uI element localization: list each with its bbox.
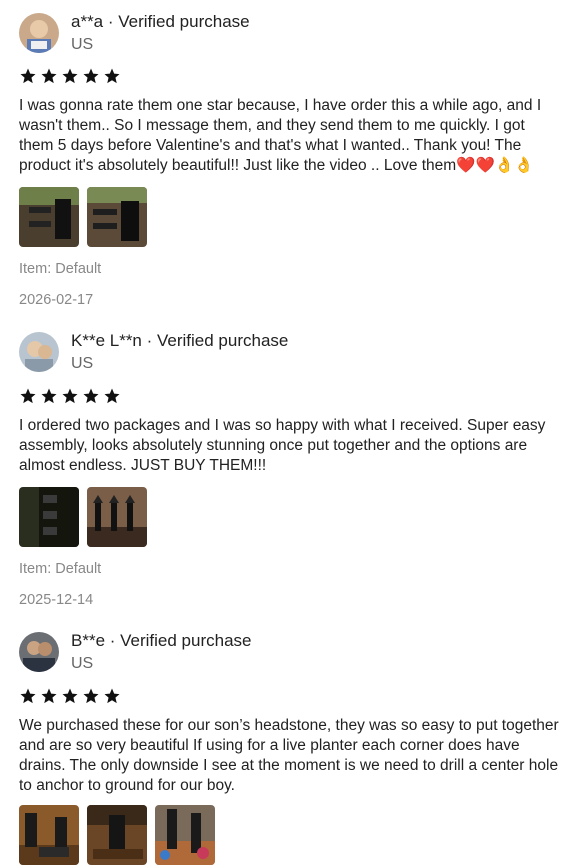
reviewer-country: US <box>71 355 94 372</box>
reviewer-country: US <box>71 36 94 53</box>
star-icon <box>62 688 78 704</box>
star-rating <box>19 67 121 85</box>
star-icon <box>104 68 120 84</box>
star-icon <box>41 388 57 404</box>
star-icon <box>20 388 36 404</box>
item-variant: Item: Default <box>19 261 102 277</box>
star-icon <box>83 688 99 704</box>
review-date: 2026-02-17 <box>19 292 94 308</box>
star-icon <box>41 688 57 704</box>
star-icon <box>62 68 78 84</box>
reviewer-name: B**e · Verified purchase <box>71 631 252 650</box>
review-photos <box>19 487 147 547</box>
avatar[interactable] <box>19 332 59 372</box>
star-rating <box>19 687 121 705</box>
review-photo[interactable] <box>19 187 79 247</box>
reviewer-country: US <box>71 655 94 672</box>
star-icon <box>83 68 99 84</box>
star-icon <box>83 388 99 404</box>
star-icon <box>62 388 78 404</box>
review-text: I was gonna rate them one star because, … <box>19 97 542 174</box>
review-date: 2025-12-14 <box>19 592 94 608</box>
star-icon <box>20 688 36 704</box>
item-variant: Item: Default <box>19 561 102 577</box>
avatar[interactable] <box>19 632 59 672</box>
star-icon <box>20 68 36 84</box>
star-icon <box>104 688 120 704</box>
review-photos <box>19 805 215 865</box>
review-photo[interactable] <box>155 805 215 865</box>
review-photo[interactable] <box>19 487 79 547</box>
review-photo[interactable] <box>87 805 147 865</box>
reviewer-name: K**e L**n · Verified purchase <box>71 331 289 350</box>
review-photo[interactable] <box>87 187 147 247</box>
review-text: We purchased these for our son’s headsto… <box>19 717 559 794</box>
review-photos <box>19 187 147 247</box>
star-icon <box>41 68 57 84</box>
review-text: I ordered two packages and I was so happ… <box>19 417 546 474</box>
avatar[interactable] <box>19 13 59 53</box>
star-rating <box>19 387 121 405</box>
star-icon <box>104 388 120 404</box>
reviewer-name: a**a · Verified purchase <box>71 12 250 31</box>
review-photo[interactable] <box>87 487 147 547</box>
review-photo[interactable] <box>19 805 79 865</box>
